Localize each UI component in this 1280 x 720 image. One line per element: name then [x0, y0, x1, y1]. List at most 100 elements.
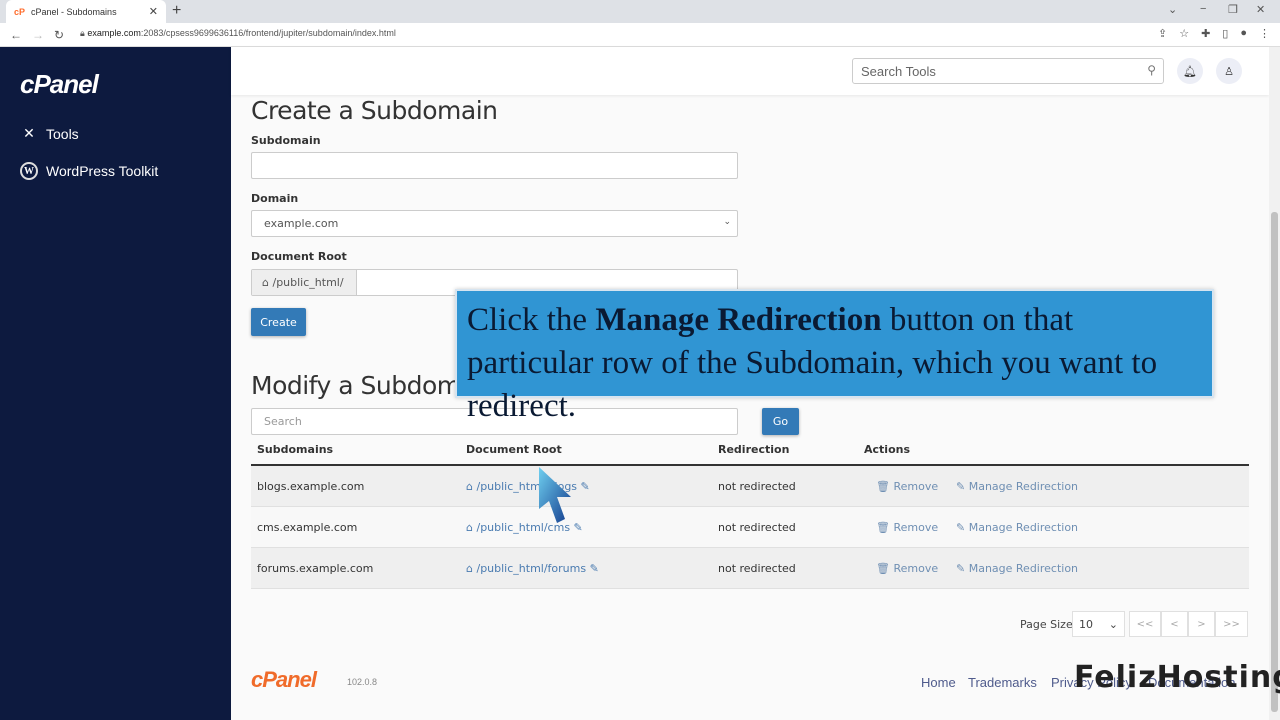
domain-select[interactable]: example.com ⌄ [251, 210, 738, 237]
go-button[interactable]: Go [762, 408, 799, 435]
bookmark-star-icon[interactable]: ☆ [1179, 27, 1189, 40]
prev-page-button[interactable]: < [1161, 611, 1188, 637]
document-root-text: /public_html/forums [476, 562, 587, 575]
search-tools-input[interactable]: Search Tools ⚲ [852, 58, 1164, 84]
remove-label: Remove [893, 521, 939, 534]
subdomain-cell: forums.example.com [257, 562, 374, 575]
url-host: example.com [87, 28, 141, 38]
document-root-link[interactable]: ⌂ /public_html/forums ✎ [466, 562, 599, 575]
page-size-select[interactable]: 10 ⌄ [1072, 611, 1125, 637]
page-size-value: 10 [1079, 617, 1093, 631]
back-icon[interactable]: ← [10, 28, 22, 42]
close-window-icon[interactable]: ✕ [1256, 3, 1265, 16]
search-icon[interactable]: ⚲ [1147, 63, 1156, 77]
remove-button[interactable]: 🗑︎ Remove [876, 480, 938, 493]
search-placeholder: Search [264, 415, 302, 428]
trash-icon: 🗑︎ [876, 562, 890, 575]
subdomain-cell: blogs.example.com [257, 480, 365, 493]
footer-link-trademarks[interactable]: Trademarks [968, 675, 1037, 690]
sidebar-item-tools[interactable]: ✕ Tools [20, 125, 79, 142]
browser-tab[interactable]: cP cPanel - Subdomains ✕ [6, 0, 166, 23]
scrollbar-thumb[interactable] [1271, 212, 1278, 712]
pencil-icon[interactable]: ✎ [581, 480, 590, 493]
table-row: blogs.example.com ⌂ /public_html/blogs ✎… [251, 466, 1249, 507]
create-button[interactable]: Create [251, 308, 306, 336]
notifications-bell-icon[interactable]: 🔔︎ [1177, 58, 1203, 84]
cpanel-favicon-icon: cP [14, 6, 26, 17]
document-root-label: Document Root [251, 250, 347, 263]
extensions-icon[interactable]: ✚ [1201, 27, 1210, 40]
subdomain-cell: cms.example.com [257, 521, 358, 534]
cpanel-logo[interactable]: cPanel [20, 69, 99, 100]
menu-kebab-icon[interactable]: ⋮ [1259, 27, 1270, 40]
manage-redirection-button[interactable]: ✎ Manage Redirection [956, 521, 1078, 534]
pencil-icon: ✎ [956, 562, 966, 575]
wordpress-icon: W [20, 162, 38, 180]
remove-label: Remove [893, 562, 939, 575]
callout-text-bold: Manage Redirection [595, 302, 882, 338]
domain-label: Domain [251, 192, 299, 205]
sidebar-item-label: WordPress Toolkit [46, 163, 159, 179]
user-account-icon[interactable]: ♙ [1216, 58, 1242, 84]
forward-icon[interactable]: → [32, 28, 44, 42]
next-page-button[interactable]: > [1188, 611, 1215, 637]
table-row: forums.example.com ⌂ /public_html/forums… [251, 548, 1249, 589]
column-header-redirection[interactable]: Redirection [718, 443, 789, 456]
page-scrollbar[interactable] [1269, 47, 1280, 720]
sidebar-item-wordpress-toolkit[interactable]: W WordPress Toolkit [20, 162, 158, 180]
footer-link-home[interactable]: Home [921, 675, 956, 690]
version-text: 102.0.8 [347, 677, 378, 687]
remove-button[interactable]: 🗑︎ Remove [876, 521, 938, 534]
pencil-icon[interactable]: ✎ [574, 521, 583, 534]
manage-redirection-label: Manage Redirection [968, 562, 1079, 575]
profile-icon[interactable]: ● [1240, 27, 1247, 40]
document-root-prefix-text: /public_html/ [272, 276, 344, 289]
minimize-icon[interactable]: − [1200, 3, 1206, 15]
tutorial-callout: Click the Manage Redirection button on t… [455, 289, 1214, 424]
sidebar: cPanel ✕ Tools W WordPress Toolkit [0, 47, 231, 720]
redirection-status: not redirected [718, 480, 796, 493]
new-tab-icon[interactable]: + [172, 2, 181, 20]
tools-icon: ✕ [23, 125, 35, 141]
home-icon: ⌂ [262, 276, 269, 289]
tab-search-icon[interactable]: ⌄ [1168, 3, 1177, 16]
url-path: :2083/cpsess9699636116/frontend/jupiter/… [140, 28, 396, 38]
remove-label: Remove [893, 480, 939, 493]
home-icon: ⌂ [466, 480, 477, 493]
table-row: cms.example.com ⌂ /public_html/cms ✎ not… [251, 507, 1249, 548]
share-icon[interactable]: ⇪ [1158, 27, 1167, 40]
create-subdomain-heading: Create a Subdomain [251, 96, 498, 125]
subdomain-label: Subdomain [251, 134, 321, 147]
column-header-document-root[interactable]: Document Root [466, 443, 562, 456]
close-tab-icon[interactable]: ✕ [149, 5, 158, 18]
pencil-icon[interactable]: ✎ [590, 562, 599, 575]
pencil-icon: ✎ [956, 521, 966, 534]
lock-icon: 🔒︎ [80, 28, 85, 38]
address-bar[interactable]: 🔒︎ example.com:2083/cpsess9699636116/fro… [80, 28, 396, 39]
footer-cpanel-logo[interactable]: cPanel [251, 667, 317, 693]
browser-tabstrip: cP cPanel - Subdomains ✕ + ⌄ − ❐ ✕ [0, 0, 1280, 23]
home-icon: ⌂ [466, 521, 477, 534]
sidebar-item-label: Tools [46, 125, 79, 142]
mouse-cursor-icon [539, 467, 571, 523]
page-size-label: Page Size [1020, 618, 1073, 631]
side-panel-icon[interactable]: ▯ [1222, 27, 1228, 40]
tab-title: cPanel - Subdomains [31, 6, 117, 17]
first-page-button[interactable]: << [1129, 611, 1161, 637]
manage-redirection-button[interactable]: ✎ Manage Redirection [956, 562, 1078, 575]
chevron-down-icon: ⌄ [723, 217, 731, 227]
document-root-prefix: ⌂ /public_html/ [252, 270, 357, 295]
trash-icon: 🗑︎ [876, 480, 890, 493]
restore-icon[interactable]: ❐ [1228, 3, 1238, 16]
last-page-button[interactable]: >> [1215, 611, 1248, 637]
column-header-subdomains[interactable]: Subdomains [257, 443, 333, 456]
pencil-icon: ✎ [956, 480, 966, 493]
search-tools-placeholder: Search Tools [861, 64, 936, 79]
reload-icon[interactable]: ↻ [54, 28, 64, 42]
top-header: Search Tools ⚲ 🔔︎ ♙ [231, 47, 1269, 95]
browser-toolbar: ← → ↻ 🔒︎ example.com:2083/cpsess96996361… [0, 23, 1280, 47]
manage-redirection-button[interactable]: ✎ Manage Redirection [956, 480, 1078, 493]
remove-button[interactable]: 🗑︎ Remove [876, 562, 938, 575]
watermark: FelizHosting [1074, 660, 1280, 695]
subdomain-input[interactable] [251, 152, 738, 179]
